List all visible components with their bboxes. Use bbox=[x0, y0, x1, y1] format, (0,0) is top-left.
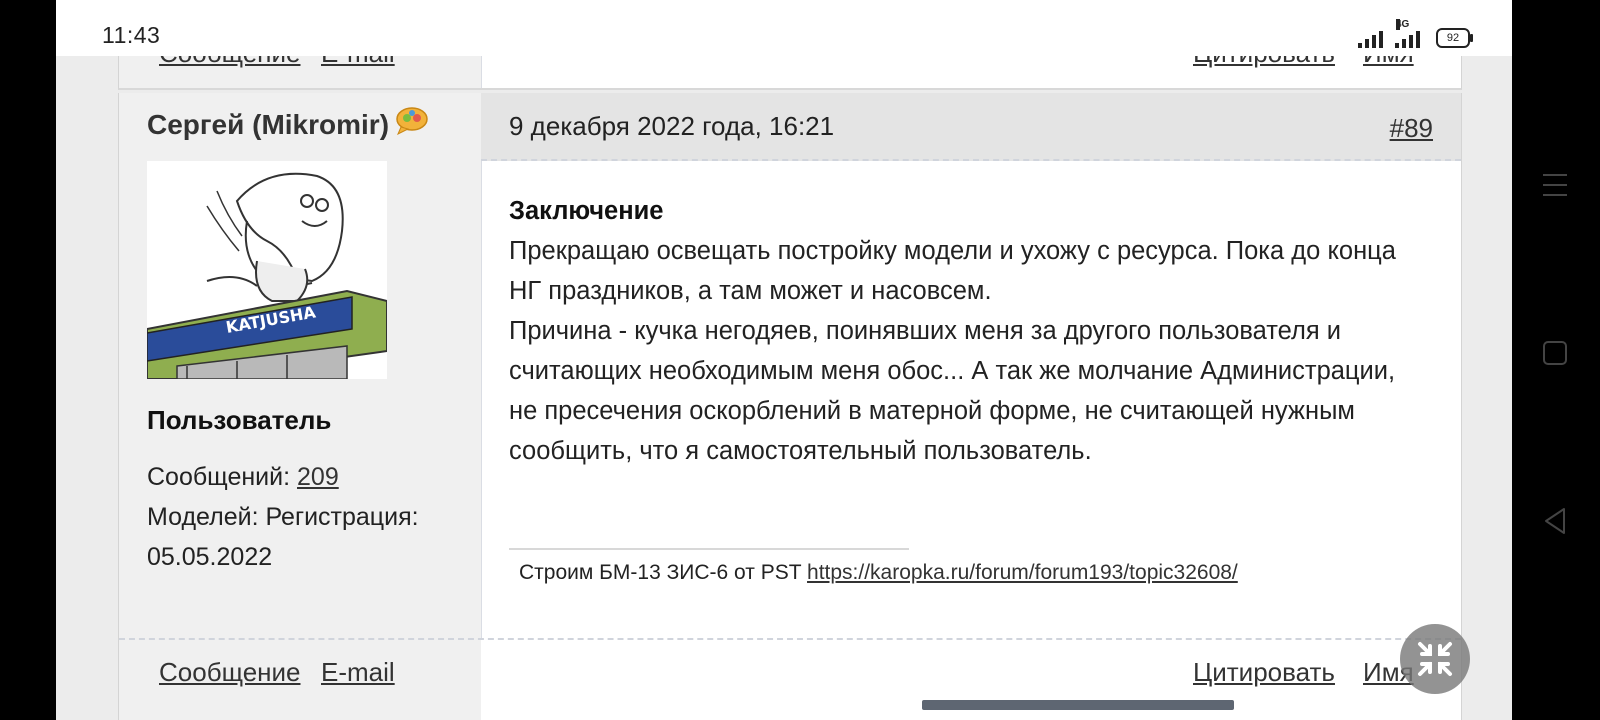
models-registration-stat: Моделей: Регистрация: 05.05.2022 bbox=[147, 497, 467, 577]
signature-link[interactable]: https://karopka.ru/forum/forum193/topic3… bbox=[807, 561, 1238, 584]
user-stats: Сообщений: 209 Моделей: Регистрация: 05.… bbox=[147, 457, 467, 577]
menu-icon[interactable] bbox=[1542, 170, 1568, 200]
phone-screen: 11:43 4G 92 Сообщение E-mail Цитировать … bbox=[56, 0, 1512, 720]
status-icons: 4G 92 bbox=[1358, 19, 1473, 48]
online-status-icon bbox=[396, 107, 428, 135]
post-paragraph: Прекращаю освещать постройку модели и ух… bbox=[509, 237, 1396, 305]
post-author-name[interactable]: Сергей (Mikromir) bbox=[147, 109, 389, 141]
home-square-icon[interactable] bbox=[1542, 340, 1568, 366]
registration-label: Регистрация: bbox=[265, 503, 419, 531]
forum-post: Сергей (Mikromir) KATJUSHA Пользователь … bbox=[118, 93, 1462, 720]
user-avatar[interactable]: KATJUSHA bbox=[147, 161, 387, 379]
signal-4g-icon: 4G bbox=[1395, 19, 1420, 48]
signal-icon bbox=[1358, 28, 1383, 48]
horizontal-scrollbar[interactable] bbox=[922, 700, 1234, 710]
collapse-fullscreen-button[interactable] bbox=[1400, 624, 1470, 694]
post-date: 9 декабря 2022 года, 16:21 bbox=[509, 111, 835, 141]
message-link[interactable]: Сообщение bbox=[159, 657, 301, 688]
signature-divider bbox=[509, 548, 909, 550]
network-label: 4G bbox=[1396, 19, 1410, 30]
email-link[interactable]: E-mail bbox=[321, 657, 395, 688]
status-time: 11:43 bbox=[102, 22, 161, 48]
post-paragraph: Причина - кучка негодяев, поинявших меня… bbox=[509, 317, 1396, 465]
post-header: 9 декабря 2022 года, 16:21 #89 bbox=[481, 93, 1461, 161]
post-number-link[interactable]: #89 bbox=[1390, 113, 1433, 144]
post-heading: Заключение bbox=[509, 197, 664, 225]
quote-link[interactable]: Цитировать bbox=[1193, 657, 1335, 688]
post-author-panel: Сергей (Mikromir) KATJUSHA Пользователь … bbox=[119, 93, 482, 720]
messages-stat: Сообщений: 209 bbox=[147, 457, 467, 497]
back-triangle-icon[interactable] bbox=[1542, 506, 1568, 536]
registration-date: 05.05.2022 bbox=[147, 543, 273, 571]
post-signature: Строим БМ-13 ЗИС-6 от PST https://karopk… bbox=[519, 561, 1238, 585]
battery-icon: 92 bbox=[1436, 28, 1473, 48]
status-bar: 11:43 4G 92 bbox=[56, 0, 1512, 56]
user-role: Пользователь bbox=[147, 405, 332, 435]
models-label: Моделей: bbox=[147, 503, 259, 531]
post-body: Заключение Прекращаю освещать постройку … bbox=[509, 191, 1429, 471]
collapse-fullscreen-icon bbox=[1418, 642, 1452, 676]
signature-text: Строим БМ-13 ЗИС-6 от PST bbox=[519, 561, 802, 584]
android-nav-bar bbox=[1512, 0, 1600, 720]
messages-label: Сообщений: bbox=[147, 463, 291, 491]
messages-count-link[interactable]: 209 bbox=[297, 463, 339, 491]
forum-thread: Сообщение E-mail Цитировать Имя Сергей (… bbox=[118, 0, 1462, 720]
